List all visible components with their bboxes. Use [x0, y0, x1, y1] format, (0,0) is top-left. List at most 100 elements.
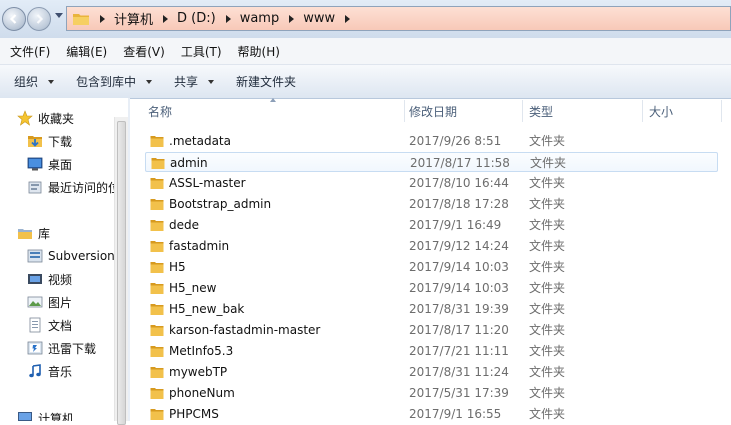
file-row[interactable]: H5 2017/9/14 10:03 文件夹: [145, 257, 718, 277]
command-bar: 组织 包含到库中 共享 新建文件夹: [0, 65, 731, 99]
column-label: 类型: [529, 104, 554, 119]
nav-item[interactable]: 桌面: [27, 154, 72, 174]
file-list: 名称 修改日期 类型 大小 .metadata 2017/9/26 8:51 文件夹…: [131, 98, 731, 421]
file-modified-date: 2017/9/14 10:03: [409, 281, 509, 295]
file-type: 文件夹: [529, 197, 566, 211]
file-row[interactable]: fastadmin 2017/9/12 14:24 文件夹: [145, 236, 718, 256]
breadcrumb-item[interactable]: wamp: [216, 11, 280, 26]
folder-icon: [150, 260, 164, 274]
nav-item[interactable]: 音乐: [27, 361, 72, 381]
breadcrumb-chevron-icon[interactable]: [225, 14, 231, 23]
column-label: 大小: [649, 104, 674, 119]
nav-item[interactable]: 文档: [27, 315, 72, 335]
nav-item[interactable]: 收藏夹: [17, 108, 74, 128]
scrollbar-thumb[interactable]: [117, 121, 126, 425]
menu-item[interactable]: 文件(F): [4, 43, 56, 60]
nav-item-label: 库: [38, 226, 51, 241]
back-button[interactable]: [2, 7, 26, 31]
file-row[interactable]: H5_new_bak 2017/8/31 19:39 文件夹: [145, 299, 718, 319]
column-header-date[interactable]: 修改日期: [409, 98, 523, 124]
video-library-icon: [27, 271, 43, 287]
folder-icon: [150, 218, 164, 232]
file-row[interactable]: phoneNum 2017/5/31 17:39 文件夹: [145, 383, 718, 403]
file-row[interactable]: ASSL-master 2017/8/10 16:44 文件夹: [145, 173, 718, 193]
file-type: 文件夹: [529, 302, 566, 316]
file-row[interactable]: Bootstrap_admin 2017/8/18 17:28 文件夹: [145, 194, 718, 214]
file-name: H5_new: [169, 281, 217, 295]
command-button[interactable]: 组织: [6, 73, 62, 90]
file-type: 文件夹: [529, 218, 566, 232]
folder-icon: [150, 302, 164, 316]
column-divider[interactable]: [522, 100, 523, 122]
file-type: 文件夹: [529, 344, 566, 358]
file-row[interactable]: karson-fastadmin-master 2017/8/17 11:20 文件…: [145, 320, 718, 340]
thunder-download-icon: [27, 340, 43, 356]
address-bar[interactable]: 计算机 D (D:) wamp www: [66, 6, 731, 31]
navigation-pane-scrollbar[interactable]: [114, 117, 128, 425]
nav-item[interactable]: 图片: [27, 292, 72, 312]
nav-item-label: Subversion: [48, 249, 115, 263]
column-header-type[interactable]: 类型: [529, 98, 643, 124]
column-header-size[interactable]: 大小: [649, 98, 719, 124]
nav-item[interactable]: 下载: [27, 131, 72, 151]
breadcrumb-chevron-icon[interactable]: [289, 14, 295, 23]
folder-icon: [150, 386, 164, 400]
column-divider[interactable]: [404, 100, 405, 122]
breadcrumb-label: wamp: [239, 11, 280, 26]
nav-item[interactable]: 视频: [27, 269, 72, 289]
computer-icon: [17, 410, 33, 421]
command-button[interactable]: 共享: [166, 73, 222, 90]
nav-item[interactable]: 计算机: [17, 408, 74, 421]
nav-item-label: 收藏夹: [38, 111, 75, 126]
menu-item[interactable]: 工具(T): [175, 43, 228, 60]
file-type: 文件夹: [529, 365, 566, 379]
menu-item[interactable]: 帮助(H): [232, 43, 286, 60]
column-divider[interactable]: [642, 100, 643, 122]
breadcrumb-label: www: [303, 11, 336, 26]
command-button[interactable]: 新建文件夹: [228, 73, 304, 90]
column-divider[interactable]: [721, 100, 722, 122]
column-label: 名称: [148, 104, 173, 119]
breadcrumb-label: D (D:): [177, 11, 216, 26]
file-type: 文件夹: [529, 176, 566, 190]
command-label: 组织: [14, 75, 39, 89]
file-row[interactable]: .metadata 2017/9/26 8:51 文件夹: [145, 131, 718, 151]
file-name: Bootstrap_admin: [169, 197, 272, 211]
command-button[interactable]: 包含到库中: [68, 73, 160, 90]
desktop-icon: [27, 156, 43, 172]
file-row[interactable]: mywebTP 2017/8/31 11:24 文件夹: [145, 362, 718, 382]
file-modified-date: 2017/8/31 11:24: [409, 365, 509, 379]
menu-item[interactable]: 编辑(E): [60, 43, 113, 60]
column-header-name[interactable]: 名称: [148, 98, 404, 124]
breadcrumb-item[interactable]: 计算机: [90, 9, 153, 28]
breadcrumb-chevron-icon[interactable]: [163, 14, 169, 23]
breadcrumb-item[interactable]: www: [279, 11, 335, 26]
file-modified-date: 2017/8/18 17:28: [409, 197, 509, 211]
dropdown-arrow-icon: [208, 79, 215, 84]
nav-item[interactable]: 迅雷下载: [27, 338, 96, 358]
breadcrumb-chevron-icon[interactable]: [345, 14, 351, 23]
file-row[interactable]: MetInfo5.3 2017/7/21 11:11 文件夹: [145, 341, 718, 361]
breadcrumb-chevron-icon[interactable]: [100, 14, 105, 23]
file-row[interactable]: H5_new 2017/9/14 10:03 文件夹: [145, 278, 718, 298]
nav-item[interactable]: 最近访问的位: [27, 177, 120, 197]
nav-item[interactable]: 库: [17, 223, 50, 243]
file-name: phoneNum: [169, 386, 235, 400]
folder-icon: [150, 239, 164, 253]
menu-item[interactable]: 查看(V): [117, 43, 171, 60]
file-row[interactable]: admin 2017/8/17 11:58 文件夹: [145, 152, 718, 172]
pane-splitter[interactable]: [128, 98, 130, 421]
file-name: H5_new_bak: [169, 302, 245, 316]
forward-button[interactable]: [27, 7, 51, 31]
star-icon: [17, 110, 33, 126]
breadcrumb-item[interactable]: D (D:): [153, 11, 216, 26]
recent-pages-dropdown[interactable]: [55, 13, 63, 18]
navigation-pane: 收藏夹下载桌面最近访问的位库 Subversion 视频图片文档迅雷下载音乐计算机: [0, 98, 128, 421]
nav-item[interactable]: Subversion: [27, 246, 115, 266]
file-row[interactable]: dede 2017/9/1 16:49 文件夹: [145, 215, 718, 235]
file-type: 文件夹: [529, 407, 566, 421]
file-row[interactable]: PHPCMS 2017/9/1 16:55 文件夹: [145, 404, 718, 424]
dropdown-arrow-icon: [48, 79, 55, 84]
file-name: PHPCMS: [169, 407, 219, 421]
file-type: 文件夹: [529, 386, 566, 400]
